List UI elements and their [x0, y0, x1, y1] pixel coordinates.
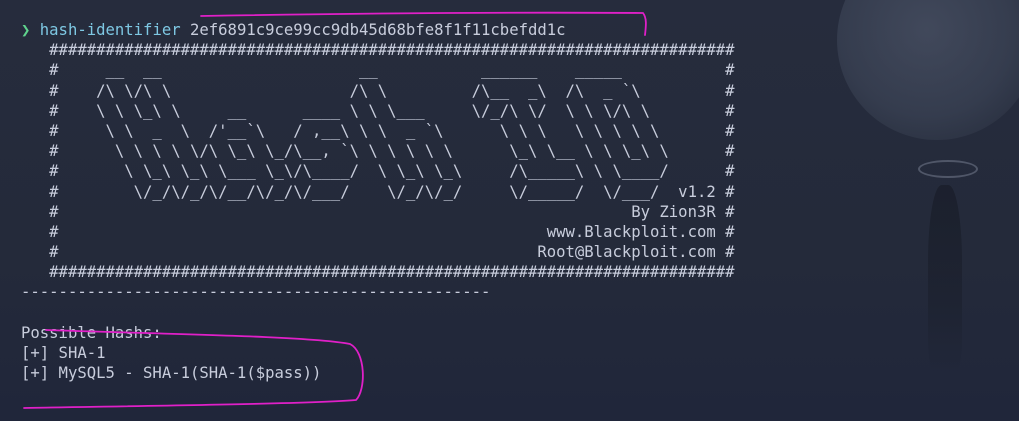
prompt-line: ❯ hash-identifier 2ef6891c9ce99cc9db45d6… [21, 20, 735, 40]
result-item: [+] SHA-1 [21, 344, 106, 362]
banner-line: # \/_/\/_/\/__/\/_/\/___/ \/_/\/_/ \/___… [21, 182, 735, 201]
banner-line: # __ __ __ ______ _____ # [21, 61, 735, 80]
banner-line: # \ \ \_\ \ __ ____ \ \ \___ \/_/\ \/ \ … [21, 101, 735, 120]
banner-line: # \ \ _ \ /'__`\ / ,__\ \ \ _ `\ \ \ \ \… [21, 121, 735, 140]
banner-line: # Root@Blackploit.com # [21, 243, 735, 262]
banner-line: # \ \_\ \_\ \___ \_\/\____/ \ \_\ \_\ /\… [21, 162, 735, 181]
banner-line: # By Zion3R # [21, 202, 735, 221]
wallpaper-moon [837, 0, 1019, 140]
banner-line: # /\ \/\ \ /\ \ /\__ _\ /\ _ `\ # [21, 81, 735, 100]
separator-line: ----------------------------------------… [21, 283, 491, 302]
prompt-arrow-icon: ❯ [21, 21, 31, 39]
banner-line: # www.Blackploit.com # [21, 222, 735, 241]
wallpaper-halo [918, 160, 978, 178]
result-heading: Possible Hashs: [21, 323, 162, 342]
command-name: hash-identifier [39, 21, 181, 39]
terminal-window[interactable]: ❯ hash-identifier 2ef6891c9ce99cc9db45d6… [0, 0, 1019, 421]
command-argument: 2ef6891c9ce99cc9db45d68bfe8f1f11cbefdd1c [190, 21, 566, 39]
result-item: [+] MySQL5 - SHA-1(SHA-1($pass)) [21, 364, 322, 383]
banner-line: ########################################… [21, 41, 735, 60]
wallpaper-figure [928, 185, 962, 375]
terminal-output: ❯ hash-identifier 2ef6891c9ce99cc9db45d6… [21, 20, 735, 383]
banner-line: ########################################… [21, 263, 735, 282]
banner-line: # \ \ \ \ \/\ \_\ \_/\__, `\ \ \ \ \ \ \… [21, 142, 735, 161]
